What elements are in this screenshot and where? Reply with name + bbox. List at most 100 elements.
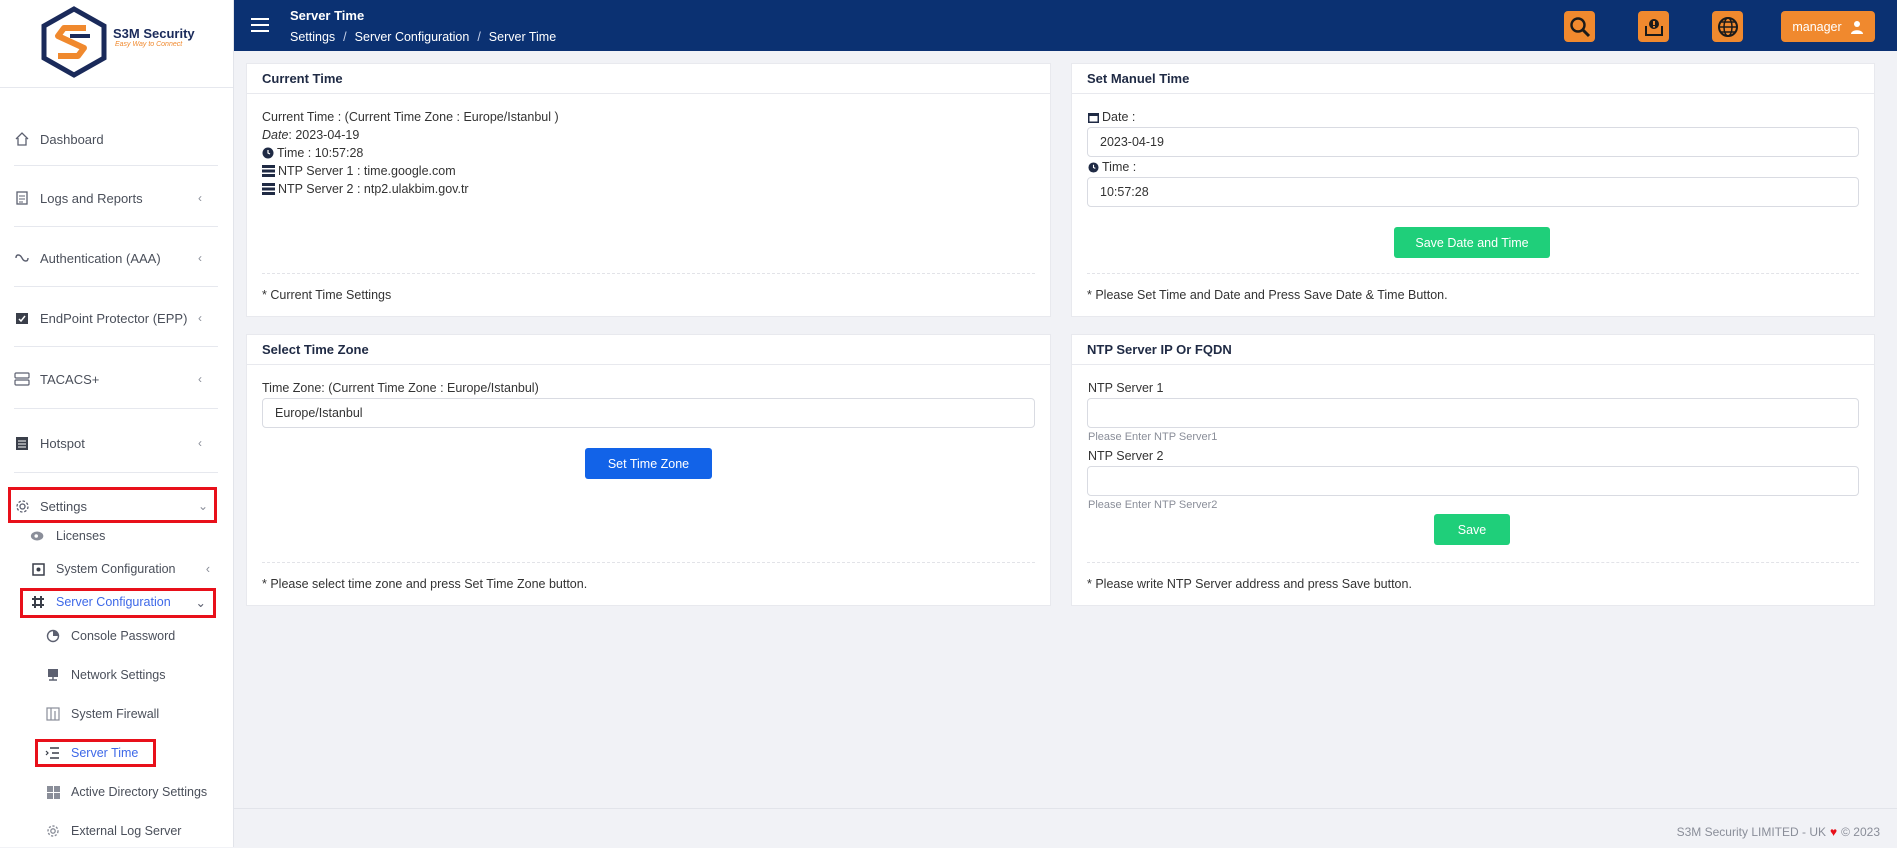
logo[interactable]: S3M Security Easy Way to Connect [0, 0, 233, 88]
footer-copyright: S3M Security LIMITED - UK ♥ © 2023 [1677, 825, 1880, 839]
server-time-highlight [35, 739, 156, 767]
card-footer-note: * Current Time Settings [262, 273, 1035, 316]
sidebar-item-label: TACACS+ [40, 371, 100, 387]
date-label-text: Date : [1102, 110, 1136, 124]
date-label: Date [262, 128, 289, 142]
sidebar-item-external-log-server[interactable]: External Log Server [45, 818, 181, 844]
language-button[interactable] [1712, 11, 1743, 42]
ntp-server-2-input[interactable] [1087, 466, 1859, 496]
sidebar-item-logs-and-reports[interactable]: Logs and Reports ‹ [14, 184, 218, 212]
time-zone-label: Time Zone: (Current Time Zone : Europe/I… [262, 381, 539, 395]
page-footer: S3M Security LIMITED - UK ♥ © 2023 [234, 808, 1897, 848]
chevron-left-icon: ‹ [198, 191, 202, 205]
sidebar-item-label: External Log Server [71, 824, 182, 838]
license-icon [30, 528, 46, 544]
sidebar-item-endpoint-protector[interactable]: EndPoint Protector (EPP) ‹ [14, 304, 218, 332]
sidebar: S3M Security Easy Way to Connect Dashboa… [0, 0, 234, 847]
sidebar-item-label: System Firewall [71, 707, 160, 721]
card-title: Current Time [247, 64, 1050, 94]
s3m-logo-icon [41, 6, 107, 78]
sidebar-item-system-firewall[interactable]: System Firewall [45, 701, 159, 727]
heart-icon: ♥ [1830, 825, 1838, 839]
ntp-server-1-line: NTP Server 1 : time.google.com [262, 164, 456, 178]
sidebar-item-dashboard[interactable]: Dashboard [14, 125, 218, 153]
ntp-server-1-hint: Please Enter NTP Server1 [1088, 431, 1218, 443]
chevron-left-icon: ‹ [205, 562, 210, 576]
sidebar-item-authentication[interactable]: Authentication (AAA) ‹ [14, 244, 218, 272]
calendar-icon [1088, 112, 1099, 123]
date-value: : 2023-04-19 [288, 128, 360, 142]
sidebar-item-label: Active Directory Settings [71, 785, 208, 799]
sidebar-item-console-password[interactable]: Console Password [45, 623, 175, 649]
ntp-server-2-line: NTP Server 2 : ntp2.ulakbim.gov.tr [262, 182, 469, 196]
firewall-icon [45, 706, 61, 722]
search-icon [1569, 16, 1590, 37]
sidebar-item-licenses[interactable]: Licenses [30, 523, 105, 549]
card-title: Set Manuel Time [1072, 64, 1874, 94]
search-button[interactable] [1564, 11, 1595, 42]
globe-icon [1717, 16, 1738, 37]
save-ntp-button[interactable]: Save [1434, 514, 1510, 545]
calendar-check-icon [14, 310, 30, 326]
breadcrumb-settings[interactable]: Settings [290, 30, 335, 44]
server-icon [14, 371, 30, 387]
current-time-card: Current Time Current Time : (Current Tim… [246, 63, 1051, 317]
list-icon [14, 435, 30, 451]
user-name: manager [1792, 19, 1842, 34]
sidebar-item-system-configuration[interactable]: System Configuration ‹ [30, 556, 210, 582]
sidebar-item-hotspot[interactable]: Hotspot ‹ [14, 429, 218, 457]
notification-icon [1644, 18, 1663, 36]
chevron-left-icon: ‹ [198, 436, 202, 450]
time-field-label: Time : [1088, 160, 1136, 174]
ntp-server-card: NTP Server IP Or FQDN NTP Server 1 Pleas… [1071, 334, 1875, 606]
chevron-left-icon: ‹ [198, 311, 202, 325]
network-icon [45, 667, 61, 683]
settings-highlight [8, 487, 217, 523]
sidebar-item-network-settings[interactable]: Network Settings [45, 662, 165, 688]
sidebar-item-active-directory-settings[interactable]: Active Directory Settings [45, 779, 207, 805]
time-zone-select[interactable]: Europe/Istanbul [262, 398, 1035, 428]
card-footer-note: * Please Set Time and Date and Press Sav… [1087, 273, 1859, 316]
sidebar-item-label: Dashboard [40, 131, 104, 147]
windows-icon [45, 784, 61, 800]
current-time-zone-line: Current Time : (Current Time Zone : Euro… [262, 110, 559, 124]
set-manual-time-card: Set Manuel Time Date : 2023-04-19 Time :… [1071, 63, 1875, 317]
set-time-zone-button[interactable]: Set Time Zone [585, 448, 712, 479]
server-icon [262, 165, 275, 177]
sidebar-item-tacacs[interactable]: TACACS+ ‹ [14, 365, 218, 393]
sidebar-item-label: Console Password [71, 629, 176, 643]
clock-icon [262, 147, 274, 159]
system-icon [30, 561, 46, 577]
notification-button[interactable] [1638, 11, 1669, 42]
sidebar-item-label: Hotspot [40, 435, 85, 451]
ntp-server-1-input[interactable] [1087, 398, 1859, 428]
time-text: Time : 10:57:28 [277, 146, 364, 160]
sidebar-item-label: Network Settings [71, 668, 166, 682]
date-input[interactable]: 2023-04-19 [1087, 127, 1859, 157]
save-date-and-time-button[interactable]: Save Date and Time [1394, 227, 1550, 258]
breadcrumb-separator: / [477, 30, 481, 44]
user-menu-button[interactable]: manager [1781, 11, 1875, 42]
ntp-server-2-text: NTP Server 2 : ntp2.ulakbim.gov.tr [278, 182, 469, 196]
breadcrumb-server-configuration[interactable]: Server Configuration [355, 30, 470, 44]
current-time-line: Time : 10:57:28 [262, 146, 363, 160]
chevron-left-icon: ‹ [198, 251, 202, 265]
select-time-zone-card: Select Time Zone Time Zone: (Current Tim… [246, 334, 1051, 606]
sidebar-item-label: Logs and Reports [40, 190, 143, 206]
hamburger-menu-icon[interactable] [251, 18, 269, 32]
card-footer-note: * Please write NTP Server address and pr… [1087, 562, 1859, 605]
page-title: Server Time [290, 8, 365, 23]
footer-year: © 2023 [1841, 825, 1880, 839]
server-configuration-highlight [20, 588, 216, 618]
card-title: Select Time Zone [247, 335, 1050, 365]
sidebar-item-label: Licenses [56, 529, 106, 543]
server-icon [262, 183, 275, 195]
user-icon [1850, 20, 1863, 34]
brand-name: S3M Security [113, 26, 195, 41]
top-header: Server Time Settings / Server Configurat… [234, 0, 1897, 51]
time-label-text: Time : [1102, 160, 1137, 174]
card-title: NTP Server IP Or FQDN [1072, 335, 1874, 365]
ntp-server-2-hint: Please Enter NTP Server2 [1088, 499, 1218, 511]
time-input[interactable]: 10:57:28 [1087, 177, 1859, 207]
ntp-server-1-text: NTP Server 1 : time.google.com [278, 164, 456, 178]
